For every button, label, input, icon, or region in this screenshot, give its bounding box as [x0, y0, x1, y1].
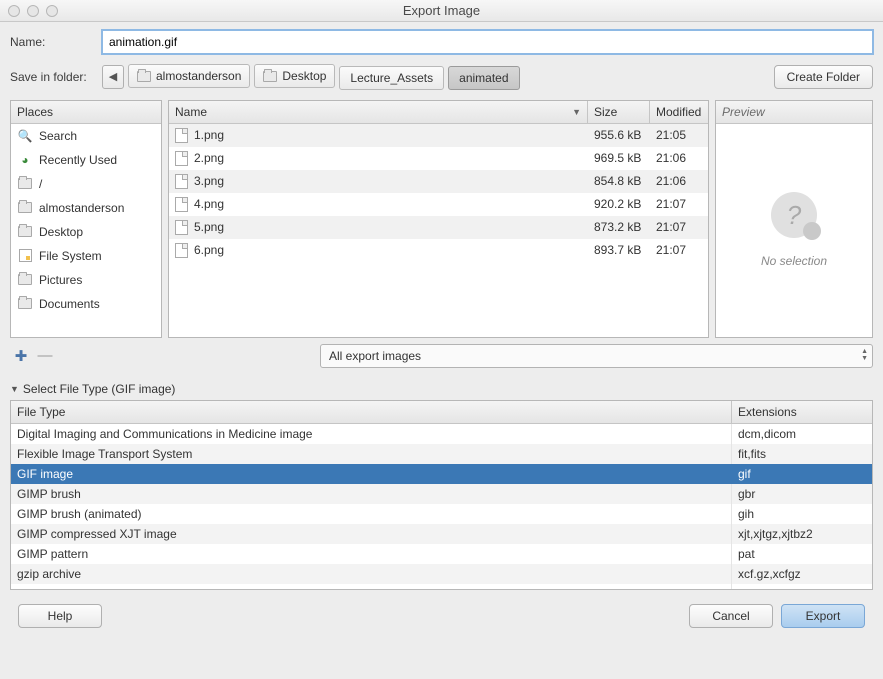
column-header-size[interactable]: Size [588, 101, 650, 123]
file-icon [175, 174, 188, 189]
filetype-row[interactable]: HTML tablehtml,htm [11, 584, 872, 589]
filetype-row[interactable]: Digital Imaging and Communications in Me… [11, 424, 872, 444]
filename-input[interactable] [102, 30, 873, 54]
files-panel: Name ▼ Size Modified 1.png955.6 kB21:052… [168, 100, 709, 338]
folder-icon [17, 224, 33, 240]
preview-panel: Preview ? No selection [715, 100, 873, 338]
drive-icon [17, 248, 33, 264]
file-row[interactable]: 6.png893.7 kB21:07 [169, 239, 708, 262]
sort-indicator-icon: ▼ [572, 107, 581, 117]
file-row[interactable]: 4.png920.2 kB21:07 [169, 193, 708, 216]
folder-icon [17, 296, 33, 312]
preview-placeholder-icon: ? [771, 192, 817, 238]
places-item[interactable]: File System [11, 244, 161, 268]
breadcrumb-segment[interactable]: Desktop [254, 64, 335, 88]
add-bookmark-button[interactable]: ✚ [12, 348, 30, 364]
file-icon [175, 197, 188, 212]
breadcrumb-segment[interactable]: animated [448, 66, 519, 90]
window-title: Export Image [0, 3, 883, 18]
remove-bookmark-button[interactable]: — [36, 348, 54, 364]
clock-icon: ◕ [17, 152, 33, 168]
stepper-icon: ▲▼ [861, 348, 868, 362]
folder-label: Save in folder: [10, 70, 102, 84]
column-header-filetype[interactable]: File Type [11, 401, 732, 423]
folder-icon [17, 272, 33, 288]
breadcrumb-segment[interactable]: Lecture_Assets [339, 66, 444, 90]
search-icon: 🔍 [17, 128, 33, 144]
filetype-expander[interactable]: ▼ Select File Type (GIF image) [10, 382, 873, 396]
places-item[interactable]: Pictures [11, 268, 161, 292]
places-item[interactable]: almostanderson [11, 196, 161, 220]
places-item[interactable]: / [11, 172, 161, 196]
filetype-row[interactable]: Flexible Image Transport Systemfit,fits [11, 444, 872, 464]
titlebar: Export Image [0, 0, 883, 22]
file-icon [175, 128, 188, 143]
file-icon [175, 220, 188, 235]
folder-icon [17, 176, 33, 192]
file-row[interactable]: 1.png955.6 kB21:05 [169, 124, 708, 147]
file-filter-select[interactable]: All export images ▲▼ [320, 344, 873, 368]
places-item[interactable]: ◕Recently Used [11, 148, 161, 172]
places-item[interactable]: Documents [11, 292, 161, 316]
folder-icon [263, 71, 277, 82]
column-header-name[interactable]: Name ▼ [169, 101, 588, 123]
breadcrumb-segment[interactable]: almostanderson [128, 64, 250, 88]
file-row[interactable]: 5.png873.2 kB21:07 [169, 216, 708, 239]
filetype-row[interactable]: GIMP compressed XJT imagexjt,xjtgz,xjtbz… [11, 524, 872, 544]
folder-icon [17, 200, 33, 216]
help-button[interactable]: Help [18, 604, 102, 628]
filetype-row[interactable]: GIMP brush (animated)gih [11, 504, 872, 524]
filetype-row[interactable]: gzip archivexcf.gz,xcfgz [11, 564, 872, 584]
file-icon [175, 243, 188, 258]
triangle-down-icon: ▼ [10, 384, 19, 394]
preview-header: Preview [716, 101, 872, 124]
places-header[interactable]: Places [11, 101, 161, 124]
name-label: Name: [10, 35, 102, 49]
column-header-extensions[interactable]: Extensions [732, 401, 872, 423]
file-row[interactable]: 3.png854.8 kB21:06 [169, 170, 708, 193]
create-folder-button[interactable]: Create Folder [774, 65, 873, 89]
filetype-table: File Type Extensions Digital Imaging and… [10, 400, 873, 590]
places-item[interactable]: Desktop [11, 220, 161, 244]
file-icon [175, 151, 188, 166]
filetype-row[interactable]: GIF imagegif [11, 464, 872, 484]
filetype-row[interactable]: GIMP brushgbr [11, 484, 872, 504]
breadcrumb-back-button[interactable]: ◀ [102, 65, 124, 89]
file-row[interactable]: 2.png969.5 kB21:06 [169, 147, 708, 170]
places-item[interactable]: 🔍Search [11, 124, 161, 148]
places-panel: Places 🔍Search◕Recently Used/almostander… [10, 100, 162, 338]
cancel-button[interactable]: Cancel [689, 604, 773, 628]
filetype-row[interactable]: GIMP patternpat [11, 544, 872, 564]
preview-status-text: No selection [761, 254, 827, 268]
folder-icon [137, 71, 151, 82]
export-button[interactable]: Export [781, 604, 865, 628]
column-header-modified[interactable]: Modified [650, 101, 708, 123]
